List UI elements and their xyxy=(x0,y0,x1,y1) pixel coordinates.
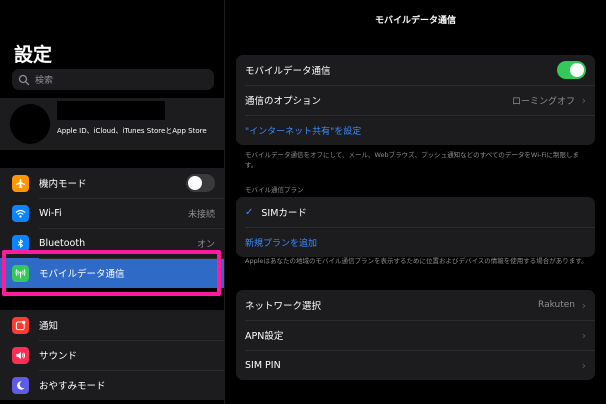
profile-subtitle: Apple ID、iCloud、iTunes StoreとApp Store xyxy=(57,127,207,135)
network-group: ネットワーク選択 Rakuten › APN設定 › SIM PIN › xyxy=(236,290,595,380)
sidebar-title: 設定 xyxy=(14,44,53,66)
sidebar-item-label: サウンド xyxy=(39,351,78,362)
sim-pin-label: SIM PIN xyxy=(245,359,281,371)
chevron-right-icon: › xyxy=(581,298,586,312)
search-input[interactable]: 検索 xyxy=(12,69,214,90)
notification-icon xyxy=(12,316,29,334)
sidebar-item-label: 機内モード xyxy=(39,179,87,190)
personal-hotspot-row[interactable]: "インターネット共有"を設定 xyxy=(236,115,595,145)
sidebar-item-notifications[interactable]: 通知 xyxy=(0,310,224,340)
sidebar-item-wifi[interactable]: Wi-Fi 未接続 xyxy=(0,198,224,228)
network-selection-value: Rakuten xyxy=(538,300,575,310)
sidebar-item-label: おやすみモード xyxy=(39,381,106,392)
bluetooth-icon xyxy=(12,234,29,252)
checkmark-icon: ✓ xyxy=(245,206,254,218)
sidebar-group-notifications: 通知 サウンド おやすみモード xyxy=(0,310,224,400)
sidebar-item-sounds[interactable]: サウンド xyxy=(0,340,224,370)
cellular-data-toggle[interactable] xyxy=(557,61,586,79)
apn-settings-row[interactable]: APN設定 › xyxy=(236,320,595,350)
plans-group: ✓ SIMカード 新規プランを追加 xyxy=(236,197,595,257)
sidebar-item-label: 通知 xyxy=(39,321,59,332)
sidebar-item-label: Wi-Fi xyxy=(39,207,62,219)
add-plan-link[interactable]: 新規プランを追加 xyxy=(245,236,317,249)
sim-card-label: SIMカード xyxy=(261,208,307,219)
network-selection-label: ネットワーク選択 xyxy=(245,301,322,312)
chevron-right-icon: › xyxy=(581,328,586,342)
sidebar: 設定 検索 Apple ID、iCloud、iTunes StoreとApp S… xyxy=(0,0,225,404)
sidebar-item-do-not-disturb[interactable]: おやすみモード xyxy=(0,370,224,400)
cellular-settings-group: モバイルデータ通信 通信のオプション ローミングオフ › "インターネット共有"… xyxy=(236,55,595,145)
page-title: モバイルデータ通信 xyxy=(374,16,456,26)
bluetooth-status: オン xyxy=(196,239,215,250)
avatar xyxy=(10,104,50,144)
search-icon xyxy=(18,74,30,85)
add-plan-row[interactable]: 新規プランを追加 xyxy=(236,227,595,257)
cellular-options-value: ローミングオフ xyxy=(511,96,575,107)
airplane-icon xyxy=(12,174,29,192)
plans-footnote: Appleはあなたの地域のモバイル通信プランを表示するために位置およびデバイスの… xyxy=(245,257,588,265)
sidebar-item-label: Bluetooth xyxy=(39,237,86,249)
moon-icon xyxy=(12,376,29,394)
sidebar-item-airplane[interactable]: 機内モード xyxy=(0,168,224,198)
airplane-mode-toggle[interactable] xyxy=(186,174,215,192)
cellular-options-label: 通信のオプション xyxy=(245,96,322,107)
detail-pane: モバイルデータ通信 モバイルデータ通信 通信のオプション ローミングオフ › "… xyxy=(225,0,606,404)
apn-settings-label: APN設定 xyxy=(245,331,284,342)
chevron-right-icon: › xyxy=(581,358,586,372)
cellular-data-row: モバイルデータ通信 xyxy=(236,55,595,85)
wifi-status: 未接続 xyxy=(187,209,215,220)
profile-row[interactable]: Apple ID、iCloud、iTunes StoreとApp Store xyxy=(0,98,224,150)
search-placeholder: 検索 xyxy=(35,76,54,86)
sim-pin-row[interactable]: SIM PIN › xyxy=(236,350,595,380)
cellular-options-row[interactable]: 通信のオプション ローミングオフ › xyxy=(236,85,595,115)
cellular-data-label: モバイルデータ通信 xyxy=(245,66,331,77)
speaker-icon xyxy=(12,346,29,364)
sim-card-row[interactable]: ✓ SIMカード xyxy=(236,197,595,227)
cellular-footnote: モバイルデータ通信をオフにして、メール、Webブラウズ、プッシュ通知などのすべて… xyxy=(245,151,579,169)
wifi-icon xyxy=(12,204,29,222)
profile-name-redacted xyxy=(57,101,165,120)
plans-section-header: モバイル通信プラン xyxy=(245,186,304,194)
selection-highlight-frame xyxy=(2,250,221,296)
chevron-right-icon: › xyxy=(581,93,586,107)
network-selection-row[interactable]: ネットワーク選択 Rakuten › xyxy=(236,290,595,320)
personal-hotspot-link[interactable]: "インターネット共有"を設定 xyxy=(245,124,361,137)
